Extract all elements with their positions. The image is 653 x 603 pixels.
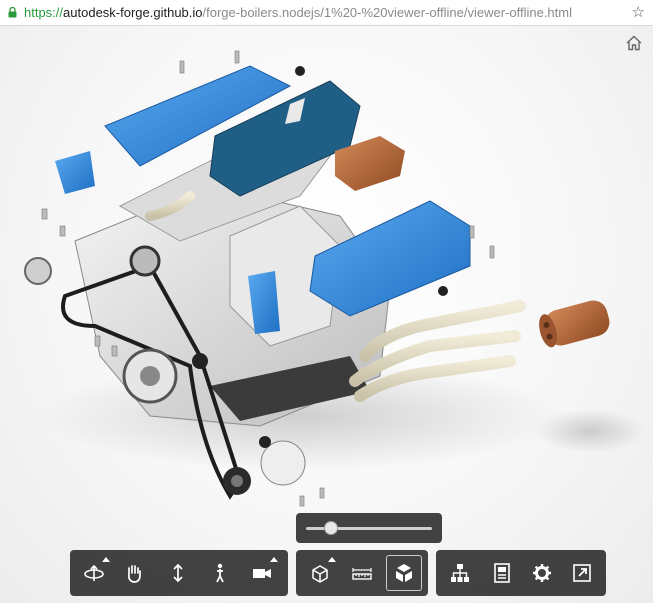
section-box-button[interactable] <box>302 555 338 591</box>
settings-gear-icon <box>533 564 551 582</box>
fullscreen-button[interactable] <box>564 555 600 591</box>
settings-button[interactable] <box>524 555 560 591</box>
properties-icon <box>494 563 510 583</box>
flyout-indicator <box>270 557 278 562</box>
settings-toolbar <box>436 550 606 596</box>
url-host: autodesk-forge.github.io <box>63 5 203 20</box>
explode-icon <box>396 564 412 582</box>
url-path: /forge-boilers.nodejs/1%20-%20viewer-off… <box>202 5 572 20</box>
first-person-button[interactable] <box>202 555 238 591</box>
viewer-canvas[interactable] <box>0 26 653 603</box>
home-icon[interactable] <box>625 34 643 52</box>
lock-icon <box>8 7 17 18</box>
orbit-button[interactable] <box>76 555 112 591</box>
orbit-icon <box>84 564 104 581</box>
measure-icon <box>352 568 372 580</box>
url-text[interactable]: https://autodesk-forge.github.io/forge-b… <box>24 5 572 20</box>
explode-slider-panel <box>296 513 442 543</box>
explode-slider-thumb[interactable] <box>324 521 339 535</box>
star-outline-icon[interactable]: ☆ <box>632 3 645 21</box>
camera-icon <box>253 569 271 578</box>
url-scheme: https:// <box>24 5 64 20</box>
dolly-icon <box>173 563 183 583</box>
camera-button[interactable] <box>244 555 280 591</box>
properties-button[interactable] <box>484 555 520 591</box>
explode-button[interactable] <box>386 555 422 591</box>
section-box-icon <box>312 565 328 583</box>
dolly-button[interactable] <box>160 555 196 591</box>
pan-icon <box>128 565 141 583</box>
model-browser-icon <box>451 564 469 582</box>
pan-button[interactable] <box>116 555 152 591</box>
fullscreen-icon <box>573 564 591 582</box>
navigation-toolbar <box>70 550 288 596</box>
first-person-icon <box>216 563 224 583</box>
flyout-indicator <box>102 557 110 562</box>
modeling-toolbar <box>296 550 428 596</box>
model-browser-button[interactable] <box>442 555 478 591</box>
browser-address-bar[interactable]: https://autodesk-forge.github.io/forge-b… <box>0 0 653 26</box>
flyout-indicator <box>328 557 336 562</box>
measure-button[interactable] <box>344 555 380 591</box>
